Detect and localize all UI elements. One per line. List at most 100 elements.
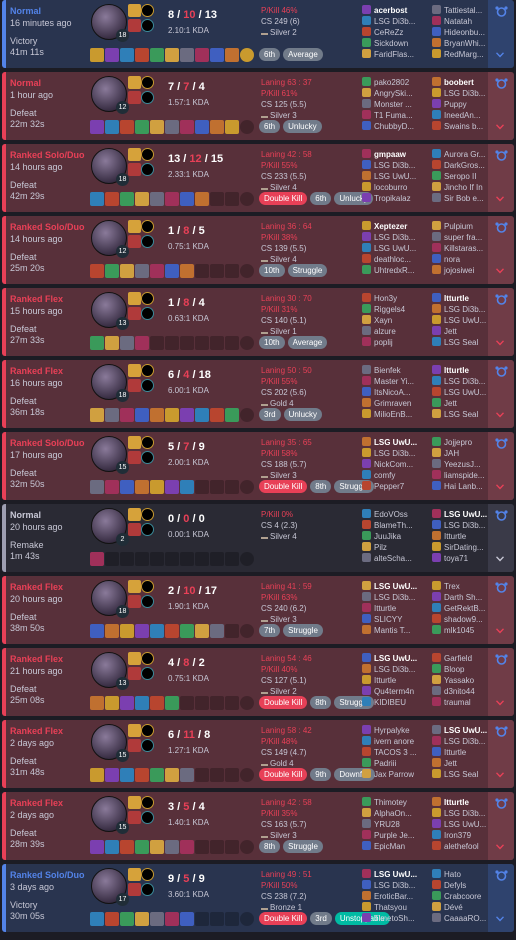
item-slot[interactable] (90, 48, 104, 62)
rune-icon[interactable] (141, 523, 154, 536)
chevron-down-icon[interactable] (496, 412, 504, 420)
chevron-down-icon[interactable] (496, 196, 504, 204)
item-slot[interactable] (120, 336, 134, 350)
expand-panel[interactable] (488, 144, 514, 212)
player-name[interactable]: Mantis T... (374, 626, 410, 635)
player-row[interactable]: LSG Di3b... (362, 880, 432, 891)
rune-icon[interactable] (141, 436, 154, 449)
match-card[interactable]: Ranked Flex 21 hours ago Defeat 25m 08s 13 4 … (2, 648, 514, 716)
share-icon[interactable] (495, 366, 508, 378)
player-name[interactable]: Natatah (444, 17, 472, 26)
summoner-spell-icon[interactable] (128, 235, 141, 248)
match-card[interactable]: Normal 20 hours ago Remake 1m 43s 2 0 / 0 / 0… (2, 504, 514, 572)
champion-portrait[interactable]: 15 (91, 436, 129, 474)
player-row[interactable]: MilioEnB... (362, 409, 432, 420)
player-name[interactable]: RedMarg... (444, 50, 484, 59)
rune-icon[interactable] (141, 148, 154, 161)
champion-portrait[interactable]: 17 (91, 868, 129, 906)
item-slot[interactable] (120, 480, 134, 494)
item-slot[interactable] (105, 480, 119, 494)
player-name[interactable]: Yassako (444, 676, 474, 685)
item-slot[interactable] (120, 912, 134, 926)
item-slot[interactable] (120, 552, 134, 566)
item-slot[interactable] (90, 408, 104, 422)
item-slot[interactable] (165, 768, 179, 782)
item-slot[interactable] (225, 696, 239, 710)
item-slot[interactable] (105, 696, 119, 710)
player-name[interactable]: Hyrpalyke (374, 726, 410, 735)
player-name[interactable]: CeReZz (374, 28, 403, 37)
player-name[interactable]: Pilz (374, 543, 387, 552)
item-slot[interactable] (90, 264, 104, 278)
chevron-down-icon[interactable] (496, 700, 504, 708)
player-name[interactable]: KIDIBEU (374, 698, 406, 707)
item-slot[interactable] (150, 336, 164, 350)
item-slot[interactable] (180, 336, 194, 350)
player-name[interactable]: deathloc... (374, 255, 411, 264)
item-slot[interactable] (150, 696, 164, 710)
player-name[interactable]: Killstaras... (444, 244, 483, 253)
player-name[interactable]: pako2802 (374, 78, 409, 87)
player-name[interactable]: UhtredxR... (374, 266, 414, 275)
item-slot[interactable] (210, 624, 224, 638)
player-row[interactable]: ItsNicoA... (362, 387, 432, 398)
player-name[interactable]: TimetoSh... (374, 914, 415, 923)
player-row[interactable]: KIDIBEU (362, 697, 432, 708)
item-slot[interactable] (135, 552, 149, 566)
item-slot[interactable] (165, 336, 179, 350)
item-slot[interactable] (225, 552, 239, 566)
player-row[interactable]: Monster ... (362, 99, 432, 110)
player-row[interactable]: AngrySki... (362, 88, 432, 99)
summoner-spell-icon[interactable] (128, 436, 141, 449)
summoner-spell-icon[interactable] (128, 667, 141, 680)
player-row[interactable]: gmpaaw (362, 149, 432, 160)
summoner-spell-icon[interactable] (128, 724, 141, 737)
chevron-down-icon[interactable] (496, 628, 504, 636)
player-row[interactable]: Sickdown (362, 38, 432, 49)
player-row[interactable]: EpicMan (362, 841, 432, 852)
player-row[interactable]: Grimraven (362, 398, 432, 409)
player-name[interactable]: LSG UwU... (374, 172, 416, 181)
summoner-spell-icon[interactable] (128, 868, 141, 881)
player-row[interactable]: Hon3y (362, 293, 432, 304)
player-name[interactable]: LSG UwU... (374, 438, 417, 447)
player-name[interactable]: traumal (444, 698, 471, 707)
player-name[interactable]: Aurora Gr... (444, 150, 485, 159)
player-name[interactable]: SirDating... (444, 543, 484, 552)
item-slot[interactable] (195, 480, 209, 494)
item-slot[interactable] (240, 336, 254, 350)
player-name[interactable]: Bloop (444, 665, 464, 674)
player-name[interactable]: alethefool (444, 842, 479, 851)
item-slot[interactable] (180, 840, 194, 854)
player-name[interactable]: Bienfek (374, 366, 401, 375)
champion-portrait[interactable]: 13 (91, 652, 129, 690)
item-slot[interactable] (180, 480, 194, 494)
item-slot[interactable] (165, 480, 179, 494)
match-card[interactable]: Ranked Flex 2 days ago Defeat 31m 48s 15 6 / … (2, 720, 514, 788)
player-row[interactable]: UhtredxR... (362, 265, 432, 276)
item-slot[interactable] (195, 552, 209, 566)
player-row[interactable]: LSG Di3b... (362, 664, 432, 675)
item-slot[interactable] (180, 552, 194, 566)
item-slot[interactable] (195, 696, 209, 710)
player-name[interactable]: EdoVOss (374, 510, 408, 519)
item-slot[interactable] (240, 768, 254, 782)
player-name[interactable]: Jojjepro (444, 438, 472, 447)
player-row[interactable]: ChubbyD... (362, 121, 432, 132)
champion-portrait[interactable]: 12 (91, 220, 129, 258)
rune-icon[interactable] (141, 652, 154, 665)
player-name[interactable]: EpicMan (374, 842, 405, 851)
item-slot[interactable] (240, 552, 254, 566)
player-row[interactable]: Tropikalaz (362, 193, 432, 204)
player-row[interactable]: Itturtle (362, 675, 432, 686)
item-slot[interactable] (195, 192, 209, 206)
item-slot[interactable] (90, 192, 104, 206)
player-name[interactable]: toya71 (444, 554, 468, 563)
rune-icon[interactable] (141, 796, 154, 809)
chevron-down-icon[interactable] (496, 268, 504, 276)
item-slot[interactable] (210, 912, 224, 926)
item-slot[interactable] (120, 696, 134, 710)
player-name[interactable]: GetRektB... (444, 604, 485, 613)
expand-panel[interactable] (488, 216, 514, 284)
player-name[interactable]: Pulpium (444, 222, 473, 231)
